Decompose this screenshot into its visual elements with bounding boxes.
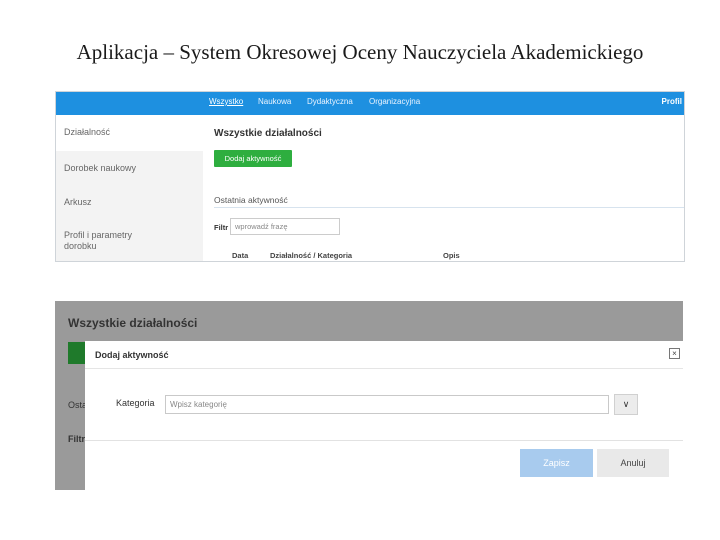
cancel-button[interactable]: Anuluj <box>597 449 669 477</box>
tab-organizacyjna[interactable]: Organizacyjna <box>369 97 420 106</box>
slide-title: Aplikacja – System Okresowej Oceny Naucz… <box>76 40 644 64</box>
recent-activity-label: Ostatnia aktywność <box>214 195 288 205</box>
main-content: Wszystkie działalności Dodaj aktywność O… <box>203 115 684 261</box>
tab-wszystko[interactable]: Wszystko <box>209 97 243 106</box>
add-activity-modal-screenshot: Wszystkie działalności Osta Filtr Dodaj … <box>55 301 683 490</box>
sidebar-item-dorobek[interactable]: Dorobek naukowy <box>56 151 203 186</box>
sidebar-item-profil[interactable]: Profil i parametry dorobku <box>56 221 203 261</box>
column-header-data[interactable]: Data <box>232 251 248 260</box>
add-activity-button[interactable]: Dodaj aktywność <box>214 150 292 167</box>
page-title: Wszystkie działalności <box>214 128 322 139</box>
chevron-down-icon[interactable]: ∨ <box>614 394 638 415</box>
column-header-opis[interactable]: Opis <box>443 251 460 260</box>
sidebar-item-label: Profil i parametry <box>64 230 133 240</box>
category-label: Kategoria <box>116 398 155 408</box>
divider <box>214 207 684 208</box>
sidebar-item-label: Arkusz <box>64 197 92 207</box>
filter-label: Filtr <box>214 223 229 232</box>
background-filter-label: Filtr <box>68 434 85 444</box>
divider <box>85 440 683 441</box>
sidebar-item-dzialalnosc[interactable]: Działalność <box>56 115 203 151</box>
column-header-dzialalnosc[interactable]: Działalność / Kategoria <box>270 251 352 260</box>
category-input[interactable]: Wpisz kategorię <box>165 395 609 414</box>
sidebar-item-label: dorobku <box>64 241 97 251</box>
sidebar-item-label: Działalność <box>64 127 111 137</box>
tab-naukowa[interactable]: Naukowa <box>258 97 291 106</box>
background-page-title: Wszystkie działalności <box>68 316 198 330</box>
save-button[interactable]: Zapisz <box>520 449 593 477</box>
tab-dydaktyczna[interactable]: Dydaktyczna <box>307 97 353 106</box>
dialog-title: Dodaj aktywność <box>95 350 169 360</box>
activities-page-screenshot: Wszystko Naukowa Dydaktyczna Organizacyj… <box>55 91 685 262</box>
profile-link[interactable]: Profil <box>662 97 682 106</box>
sidebar-item-label: Dorobek naukowy <box>64 163 137 173</box>
filter-input[interactable]: wprowadź frazę <box>230 218 340 235</box>
add-activity-dialog: Dodaj aktywność × Kategoria Wpisz katego… <box>85 341 683 490</box>
sidebar: Działalność Dorobek naukowy Arkusz Profi… <box>56 115 203 261</box>
close-icon[interactable]: × <box>669 348 680 359</box>
sidebar-item-arkusz[interactable]: Arkusz <box>56 186 203 221</box>
dialog-header: Dodaj aktywność × <box>85 341 683 369</box>
top-nav-bar: Wszystko Naukowa Dydaktyczna Organizacyj… <box>56 92 684 115</box>
